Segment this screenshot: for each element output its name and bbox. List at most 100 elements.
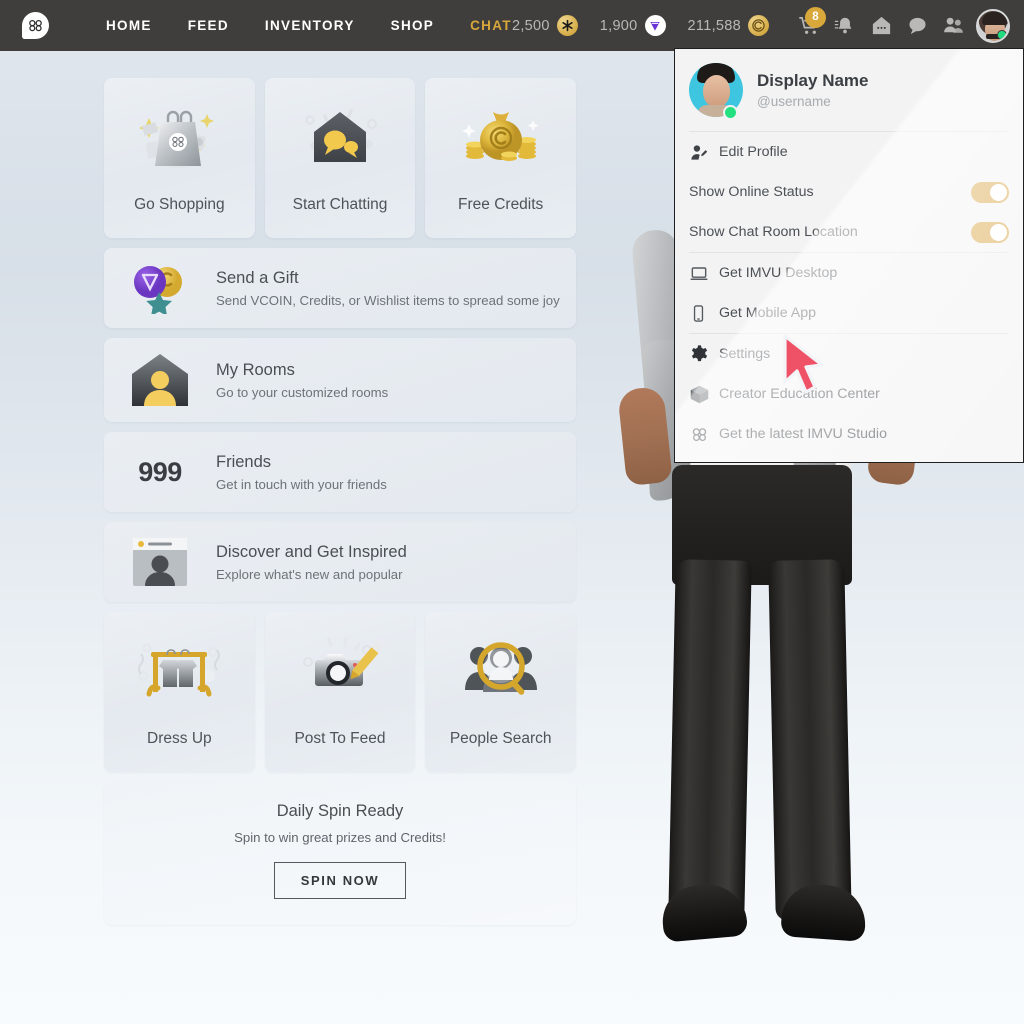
menu-item-label: Get IMVU Desktop (719, 265, 838, 281)
menu-item-label: Show Online Status (689, 184, 814, 200)
tile-label: Go Shopping (134, 196, 225, 213)
menu-item-label: Get the latest IMVU Studio (719, 426, 887, 442)
row-send-a-gift[interactable]: Send a Gift Send VCOIN, Credits, or Wish… (104, 248, 576, 328)
menu-item-settings[interactable]: Settings (675, 334, 1023, 374)
tile-label: People Search (449, 730, 552, 747)
row-title: Friends (216, 452, 272, 471)
row-text: My Rooms Go to your customized rooms (216, 361, 388, 400)
people-magnifier-icon (453, 632, 549, 708)
cube-icon (689, 384, 719, 405)
menu-item-creator-education-center[interactable]: Creator Education Center (675, 374, 1023, 414)
asterisk-coin-icon (556, 15, 578, 36)
currency-vcoin[interactable]: 1,900 (600, 15, 666, 36)
avatar-leg-right (768, 559, 852, 921)
nav-link-chat[interactable]: CHAT (470, 18, 512, 33)
ap-value: 2,500 (511, 17, 550, 34)
row-friends[interactable]: 999 Friends Get in touch with your frien… (104, 432, 576, 512)
menu-item-get-imvu-desktop[interactable]: Get IMVU Desktop (675, 253, 1023, 293)
menu-item-label: Edit Profile (719, 144, 788, 160)
toggle-knob (990, 223, 1007, 241)
house-person-icon (104, 352, 216, 408)
status-badge (997, 29, 1007, 40)
camera-pencil-icon (292, 632, 388, 708)
menu-item-show-chat-room-location[interactable]: Show Chat Room Location (675, 212, 1023, 252)
nav-link-feed[interactable]: FEED (188, 18, 229, 33)
friends-count-wrap: 999 (104, 457, 216, 488)
currency-credits[interactable]: 211,588 (688, 15, 769, 36)
imvu-logo-icon[interactable] (22, 12, 49, 39)
tile-free-credits[interactable]: Free Credits (425, 78, 577, 238)
nav-link-inventory[interactable]: INVENTORY (265, 18, 355, 33)
row-text: Send a Gift Send VCOIN, Credits, or Wish… (216, 269, 560, 308)
daily-spin-title: Daily Spin Ready (276, 802, 404, 820)
tile-start-chatting[interactable]: Start Chatting (264, 78, 416, 238)
credits-value: 211,588 (687, 17, 741, 34)
laptop-icon (689, 263, 719, 283)
tile-label: Free Credits (458, 196, 544, 213)
friends-icon[interactable] (935, 8, 971, 44)
imvu-studio-icon (689, 424, 719, 445)
chat-house-icon (292, 98, 388, 174)
row-text: Discover and Get Inspired Explore what's… (216, 543, 407, 582)
daily-spin-subtitle: Spin to win great prizes and Credits! (234, 830, 446, 845)
top-navigation-bar: HOME FEED INVENTORY SHOP CHAT 2,500 1,90… (0, 0, 1024, 51)
tile-people-search[interactable]: People Search (425, 612, 577, 772)
nav-right-cluster: 2,500 1,900 211,588 8 (512, 6, 1024, 44)
toggle-knob (990, 183, 1007, 201)
menu-item-edit-profile[interactable]: Edit Profile (675, 132, 1023, 172)
username: @username (757, 94, 831, 109)
row-title: Send a Gift (216, 268, 299, 287)
nav-link-shop[interactable]: SHOP (391, 18, 434, 33)
avatar-face (703, 75, 730, 107)
profile-dropdown-menu: Display Name @username Edit Profile Show… (674, 48, 1024, 463)
menu-item-get-mobile-app[interactable]: Get Mobile App (675, 293, 1023, 333)
quick-action-tiles-bottom: Dress Up Post To Feed People Search (104, 612, 577, 772)
nav-link-home[interactable]: HOME (106, 18, 152, 33)
online-status-dot (723, 105, 738, 120)
tile-label: Start Chatting (292, 196, 388, 213)
cart-badge: 8 (805, 6, 826, 28)
shopping-bag-icon (131, 98, 227, 174)
tile-label: Post To Feed (294, 730, 386, 747)
chat-bubble-icon[interactable] (899, 8, 935, 44)
nav-links: HOME FEED INVENTORY SHOP CHAT (106, 18, 512, 33)
menu-item-show-online-status[interactable]: Show Online Status (675, 172, 1023, 212)
menu-item-help-center[interactable]: Help Center (675, 454, 1023, 462)
avatar[interactable] (976, 8, 1010, 43)
app-root: HOME FEED INVENTORY SHOP CHAT 2,500 1,90… (0, 0, 1024, 1024)
menu-item-get-latest-imvu-studio[interactable]: Get the latest IMVU Studio (675, 414, 1023, 454)
row-title: Discover and Get Inspired (216, 542, 407, 561)
dropdown-names: Display Name @username (757, 71, 869, 109)
menu-item-label: Get Mobile App (719, 305, 817, 321)
gear-icon (689, 344, 719, 365)
tile-dress-up[interactable]: Dress Up (104, 612, 255, 772)
credits-coin-icon (748, 15, 769, 36)
row-my-rooms[interactable]: My Rooms Go to your customized rooms (104, 338, 576, 422)
row-discover[interactable]: Discover and Get Inspired Explore what's… (104, 522, 576, 602)
daily-spin-card: Daily Spin Ready Spin to win great prize… (104, 782, 576, 925)
main-content-column: Go Shopping Start Chatting Free Credits … (104, 78, 577, 925)
home-chat-icon[interactable] (863, 8, 899, 44)
spin-now-button[interactable]: SPIN NOW (273, 862, 407, 899)
tile-go-shopping[interactable]: Go Shopping (104, 78, 255, 238)
row-subtitle: Go to your customized rooms (216, 384, 389, 400)
mobile-icon (689, 304, 719, 323)
avatar-leg-left (668, 559, 752, 921)
money-bag-icon (453, 98, 549, 174)
display-name: Display Name (757, 71, 869, 90)
toggle-show-online-status[interactable] (971, 181, 1009, 203)
row-text: Friends Get in touch with your friends (216, 453, 387, 492)
row-subtitle: Get in touch with your friends (216, 476, 387, 492)
row-subtitle: Explore what's new and popular (216, 566, 403, 582)
tile-post-to-feed[interactable]: Post To Feed (264, 612, 416, 772)
toggle-show-chat-room-location[interactable] (971, 221, 1009, 243)
tile-label: Dress Up (147, 730, 212, 747)
quick-action-tiles-top: Go Shopping Start Chatting Free Credits (104, 78, 577, 238)
bell-icon[interactable] (827, 8, 863, 44)
currency-ap[interactable]: 2,500 (512, 15, 578, 36)
edit-profile-icon (689, 143, 719, 162)
menu-item-label: Creator Education Center (719, 386, 880, 402)
dropdown-profile-header[interactable]: Display Name @username (675, 49, 1023, 131)
cart-icon[interactable]: 8 (791, 6, 827, 44)
menu-item-label: Settings (719, 346, 771, 362)
